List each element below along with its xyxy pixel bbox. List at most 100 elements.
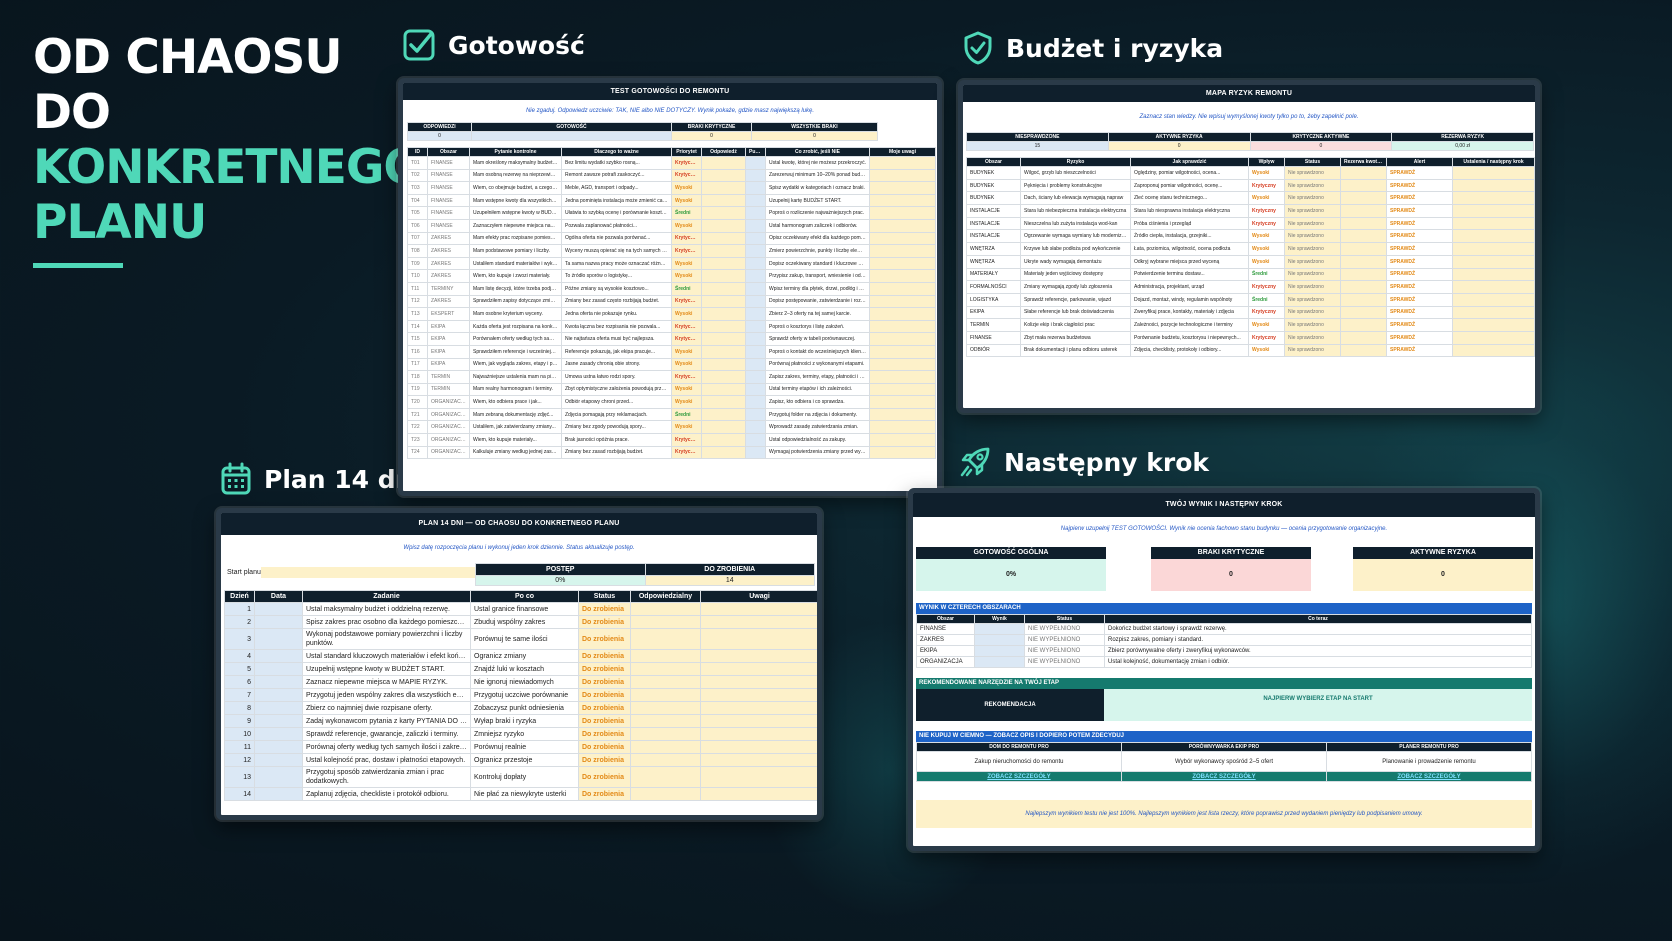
cell-status[interactable]: Do zrobienia: [578, 662, 631, 676]
cell-notes[interactable]: [869, 256, 936, 271]
cell-owner[interactable]: [630, 701, 701, 715]
cell-status[interactable]: Nie sprawdzono: [1284, 166, 1341, 180]
cell-reserve[interactable]: [1340, 343, 1387, 358]
cell-next-step[interactable]: [1452, 305, 1535, 320]
cell-notes[interactable]: [869, 181, 936, 195]
cell-reserve[interactable]: [1340, 242, 1387, 256]
cell-notes[interactable]: [700, 615, 817, 629]
cell-reserve[interactable]: [1340, 280, 1387, 294]
cell-owner[interactable]: [630, 714, 701, 728]
cell-notes[interactable]: [869, 420, 936, 435]
cell-reserve[interactable]: [1340, 318, 1387, 332]
cell-notes[interactable]: [700, 688, 817, 702]
cell-answer[interactable]: [701, 370, 746, 384]
tool-value[interactable]: NAJPIERW WYBIERZ ETAP NA START: [1104, 689, 1532, 721]
cell-answer[interactable]: [701, 319, 746, 334]
cell-notes[interactable]: [869, 244, 936, 258]
cell-reserve[interactable]: [1340, 166, 1387, 180]
cell-next-step[interactable]: [1452, 343, 1535, 358]
cell-status[interactable]: Nie sprawdzono: [1284, 242, 1341, 256]
cell-owner[interactable]: [630, 787, 701, 801]
cell-status[interactable]: Nie sprawdzono: [1284, 178, 1341, 193]
cell-notes[interactable]: [700, 787, 817, 801]
cell-status[interactable]: Nie sprawdzono: [1284, 204, 1341, 218]
cell-next-step[interactable]: [1452, 292, 1535, 307]
cell-answer[interactable]: [701, 357, 746, 372]
cell-owner[interactable]: [630, 727, 701, 741]
cell-status[interactable]: Do zrobienia: [578, 602, 631, 616]
cell-answer[interactable]: [701, 332, 746, 346]
cell-notes[interactable]: [869, 156, 936, 170]
cell-notes[interactable]: [700, 675, 817, 689]
cell-status[interactable]: Do zrobienia: [578, 766, 631, 788]
cell-owner[interactable]: [630, 602, 701, 616]
cell-answer[interactable]: [701, 307, 746, 321]
cell-notes[interactable]: [869, 294, 936, 309]
cell-notes[interactable]: [869, 332, 936, 346]
cell-status[interactable]: Nie sprawdzono: [1284, 280, 1341, 294]
cell-notes[interactable]: [869, 269, 936, 283]
cell-reserve[interactable]: [1340, 191, 1387, 206]
cell-answer[interactable]: [701, 181, 746, 195]
cell-answer[interactable]: [701, 206, 746, 220]
cell-next-step[interactable]: [1452, 242, 1535, 256]
cell-next-step[interactable]: [1452, 267, 1535, 282]
cell-notes[interactable]: [869, 433, 936, 447]
cell-notes[interactable]: [869, 193, 936, 208]
start-date-field[interactable]: [261, 567, 475, 578]
cell-reserve[interactable]: [1340, 216, 1387, 231]
cell-notes[interactable]: [869, 445, 936, 460]
cell-status[interactable]: Do zrobienia: [578, 649, 631, 663]
cell-owner[interactable]: [630, 615, 701, 629]
cell-owner[interactable]: [630, 688, 701, 702]
cell-reserve[interactable]: [1340, 305, 1387, 320]
cell-next-step[interactable]: [1452, 191, 1535, 206]
cell-status[interactable]: Do zrobienia: [578, 628, 631, 650]
cell-owner[interactable]: [630, 628, 701, 650]
cell-owner[interactable]: [630, 662, 701, 676]
cell-notes[interactable]: [869, 395, 936, 409]
cell-notes[interactable]: [869, 168, 936, 183]
cell-answer[interactable]: [701, 445, 746, 460]
cell-reserve[interactable]: [1340, 267, 1387, 282]
product-link[interactable]: ZOBACZ SZCZEGÓŁY: [1121, 771, 1327, 782]
cell-notes[interactable]: [869, 357, 936, 372]
cell-status[interactable]: Nie sprawdzono: [1284, 305, 1341, 320]
cell-answer[interactable]: [701, 269, 746, 283]
cell-next-step[interactable]: [1452, 330, 1535, 345]
cell-notes[interactable]: [700, 727, 817, 741]
product-link[interactable]: ZOBACZ SZCZEGÓŁY: [916, 771, 1122, 782]
cell-owner[interactable]: [630, 753, 701, 767]
cell-notes[interactable]: [869, 206, 936, 220]
cell-notes[interactable]: [700, 701, 817, 715]
cell-next-step[interactable]: [1452, 229, 1535, 244]
cell-next-step[interactable]: [1452, 216, 1535, 231]
cell-next-step[interactable]: [1452, 166, 1535, 180]
cell-reserve[interactable]: [1340, 229, 1387, 244]
cell-notes[interactable]: [700, 740, 817, 754]
cell-notes[interactable]: [869, 407, 936, 422]
cell-answer[interactable]: [701, 382, 746, 397]
cell-owner[interactable]: [630, 766, 701, 788]
cell-next-step[interactable]: [1452, 318, 1535, 332]
cell-status[interactable]: Do zrobienia: [578, 615, 631, 629]
cell-status[interactable]: Nie sprawdzono: [1284, 330, 1341, 345]
cell-status[interactable]: Do zrobienia: [578, 753, 631, 767]
cell-status[interactable]: Do zrobienia: [578, 688, 631, 702]
cell-notes[interactable]: [869, 382, 936, 397]
cell-notes[interactable]: [700, 602, 817, 616]
cell-notes[interactable]: [869, 319, 936, 334]
cell-notes[interactable]: [869, 231, 936, 246]
cell-next-step[interactable]: [1452, 254, 1535, 269]
cell-answer[interactable]: [701, 433, 746, 447]
cell-answer[interactable]: [701, 294, 746, 309]
cell-notes[interactable]: [700, 662, 817, 676]
cell-status[interactable]: Nie sprawdzono: [1284, 267, 1341, 282]
cell-notes[interactable]: [869, 281, 936, 296]
cell-reserve[interactable]: [1340, 254, 1387, 269]
cell-answer[interactable]: [701, 244, 746, 258]
cell-status[interactable]: Nie sprawdzono: [1284, 254, 1341, 269]
cell-status[interactable]: Nie sprawdzono: [1284, 343, 1341, 358]
cell-answer[interactable]: [701, 231, 746, 246]
cell-notes[interactable]: [869, 344, 936, 359]
